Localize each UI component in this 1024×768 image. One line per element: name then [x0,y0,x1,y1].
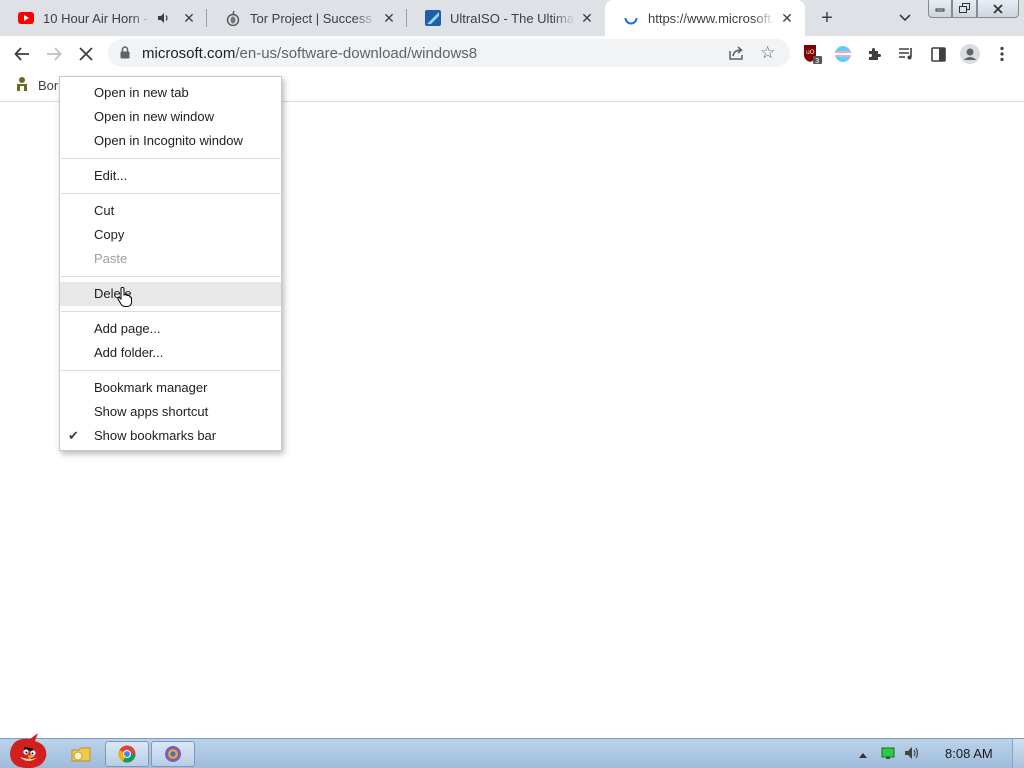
loading-spinner-icon [623,10,639,26]
profile-avatar-icon[interactable] [956,40,984,68]
flag-extension-icon[interactable] [829,40,857,68]
menu-item-edit[interactable]: Edit... [60,164,281,188]
tab-tor-project[interactable]: Tor Project | Success ✕ [207,0,407,36]
menu-item-open-new-window[interactable]: Open in new window [60,105,281,129]
menu-kebab-icon[interactable] [988,40,1016,68]
menu-separator [61,276,282,277]
hand-cursor-icon [116,286,134,311]
media-control-icon[interactable] [892,40,920,68]
browser-window: 10 Hour Air Horn - ✕ Tor Project | Succe… [0,0,1024,768]
menu-item-delete[interactable]: Delete [60,282,281,306]
tab-close-icon[interactable]: ✕ [579,10,595,26]
new-tab-button[interactable]: + [815,6,839,30]
file-explorer-icon[interactable] [65,741,97,767]
menu-separator [61,193,282,194]
tab-close-icon[interactable]: ✕ [779,10,795,26]
lock-icon[interactable] [120,46,130,62]
tab-ultraiso[interactable]: UltraISO - The Ultimate ✕ [407,0,605,36]
menu-item-add-page[interactable]: Add page... [60,317,281,341]
tab-youtube[interactable]: 10 Hour Air Horn - ✕ [0,0,207,36]
menu-item-open-incognito[interactable]: Open in Incognito window [60,129,281,153]
tab-title: https://www.microsoft.co [648,10,775,26]
ultraiso-icon [425,10,441,26]
extension-badge-count: 3 [815,57,819,65]
media-player-taskbar-icon[interactable] [151,741,195,767]
stop-loading-icon[interactable] [72,40,100,68]
bookmark-star-icon[interactable]: ☆ [760,43,775,63]
windows-taskbar: 8:08 AM [0,733,1024,768]
svg-text:uO: uO [806,49,815,56]
ublock-extension-icon[interactable]: uO 3 [798,40,826,68]
browser-toolbar: microsoft.com/en-us/software-download/wi… [0,36,1024,70]
start-button-angry-bird-icon[interactable] [2,731,52,768]
chrome-taskbar-icon[interactable] [105,741,149,767]
tab-strip: 10 Hour Air Horn - ✕ Tor Project | Succe… [0,0,1024,36]
minimize-button[interactable] [928,0,952,18]
share-icon[interactable] [728,45,744,64]
tab-close-icon[interactable]: ✕ [381,10,397,26]
address-bar[interactable]: microsoft.com/en-us/software-download/wi… [108,39,790,67]
youtube-icon [18,10,34,26]
menu-item-cut[interactable]: Cut [60,199,281,223]
system-tray [858,739,920,768]
bookmark-favicon-icon [14,76,30,95]
url-path: /en-us/software-download/windows8 [235,45,478,62]
tor-onion-icon [225,10,241,26]
menu-item-add-folder[interactable]: Add folder... [60,341,281,365]
menu-item-paste: Paste [94,251,128,266]
tab-microsoft-active[interactable]: https://www.microsoft.co ✕ [605,0,805,36]
close-window-button[interactable] [977,0,1019,18]
menu-item-label: Show bookmarks bar [94,428,217,443]
tab-close-icon[interactable]: ✕ [181,10,197,26]
taskbar-clock[interactable]: 8:08 AM [945,746,993,761]
tab-title: UltraISO - The Ultimate [450,10,575,26]
checkmark-icon: ✔ [68,428,79,443]
menu-separator [61,311,282,312]
forward-arrow-icon[interactable] [40,40,68,68]
menu-item-bookmark-manager[interactable]: Bookmark manager [60,376,281,400]
menu-separator [61,158,282,159]
back-arrow-icon[interactable] [8,40,36,68]
tab-title: 10 Hour Air Horn - [43,10,148,26]
show-desktop-button[interactable] [1012,739,1024,768]
volume-icon[interactable] [904,746,920,763]
bookmark-context-menu: Open in new tab Open in new window Open … [59,76,282,451]
restore-button[interactable] [952,0,977,18]
menu-item-show-bookmarks-bar[interactable]: ✔ Show bookmarks bar [60,424,281,448]
bookmark-item[interactable]: Bor [14,76,58,95]
extensions-puzzle-icon[interactable] [860,40,888,68]
tab-search-chevron-icon[interactable] [895,8,915,28]
bookmark-label: Bor [38,78,59,93]
menu-item-copy[interactable]: Copy [60,223,281,247]
url-host: microsoft.com [142,45,236,62]
menu-item-open-new-tab[interactable]: Open in new tab [60,81,281,105]
side-panel-icon[interactable] [924,40,952,68]
url-text[interactable]: microsoft.com/en-us/software-download/wi… [142,45,477,62]
network-icon[interactable] [880,746,896,763]
menu-item-show-apps-shortcut[interactable]: Show apps shortcut [60,400,281,424]
audio-playing-icon[interactable] [155,10,171,26]
tab-title: Tor Project | Success [250,10,372,26]
menu-separator [61,370,282,371]
show-hidden-icons-chevron-icon[interactable] [858,747,868,762]
